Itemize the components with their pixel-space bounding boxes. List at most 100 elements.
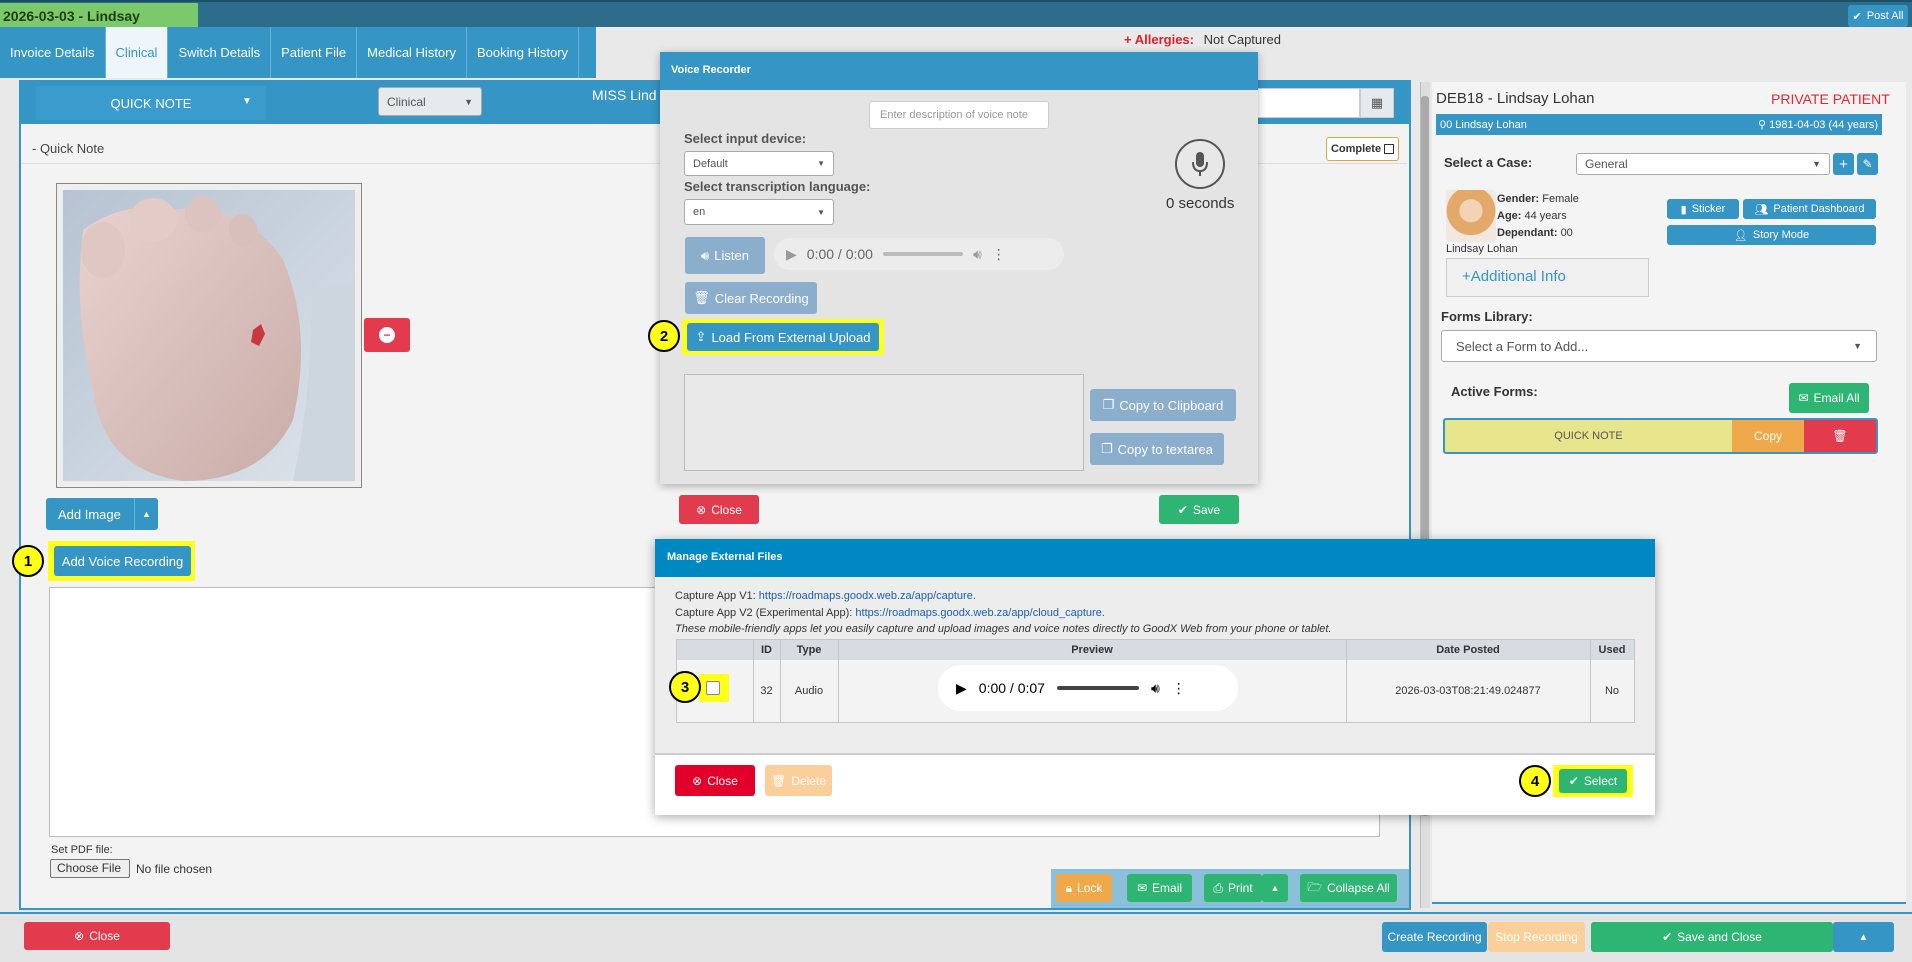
copy-clipboard-button[interactable]: ❐ Copy to Clipboard <box>1090 389 1236 421</box>
voice-save-button[interactable]: ✔ Save <box>1159 495 1239 524</box>
quick-note-dropdown[interactable]: QUICK NOTE <box>36 86 266 120</box>
row-audio-player[interactable]: ▶ 0:00 / 0:07 🔊︎ ⋮ <box>938 665 1238 711</box>
additional-info-button[interactable]: +Additional Info <box>1446 258 1649 297</box>
patient-info-bar: 00 Lindsay Lohan ⚲ 1981-04-03 (44 years) <box>1436 114 1882 135</box>
chevron-down-icon: ▼ <box>817 159 825 168</box>
step-badge-4: 4 <box>1519 765 1551 797</box>
patient-code-name: DEB18 - Lindsay Lohan <box>1436 90 1595 107</box>
check-circle-icon: ✔ <box>1852 10 1862 23</box>
patient-header-title: MISS Lind <box>592 87 657 103</box>
section-title[interactable]: - Quick Note <box>32 141 104 156</box>
voice-description-input[interactable]: Enter description of voice note <box>869 101 1049 129</box>
add-image-dropdown-icon[interactable]: ▲ <box>134 498 158 530</box>
patient-dashboard-button[interactable]: 👥︎ Patient Dashboard <box>1743 199 1876 219</box>
chevron-down-icon[interactable]: ▼ <box>242 96 252 107</box>
save-and-close-button[interactable]: ✔ Save and Close <box>1591 922 1833 952</box>
email-all-button[interactable]: ✉ Email All <box>1789 383 1869 413</box>
avatar <box>1446 190 1496 242</box>
transcription-language-select[interactable]: en ▼ <box>684 199 834 225</box>
trash-icon: 🗑︎ <box>771 773 787 788</box>
chevron-down-icon: ▼ <box>1853 341 1862 351</box>
load-external-upload-button[interactable]: ⇪ Load From External Upload <box>687 323 879 351</box>
audio-progress-track[interactable] <box>882 252 963 256</box>
clear-recording-button[interactable]: 🗑︎ Clear Recording <box>685 282 817 314</box>
note-type-select[interactable]: Clinical ▼ <box>378 87 482 116</box>
complete-toggle[interactable]: Complete <box>1326 137 1399 161</box>
envelope-icon: ✉ <box>1136 881 1148 895</box>
forms-library-select[interactable]: Select a Form to Add... ▼ <box>1441 330 1877 362</box>
add-voice-recording-button[interactable]: Add Voice Recording <box>54 546 191 576</box>
volume-icon[interactable]: 🔊︎ <box>973 246 982 263</box>
post-all-button[interactable]: ✔ Post All <box>1848 5 1908 27</box>
manage-files-header: Manage External Files <box>655 539 1655 577</box>
capture-app-v2: Capture App V2 (Experimental App): https… <box>675 607 1105 619</box>
volume-icon: 🔊︎ <box>701 247 710 263</box>
bottom-close-button[interactable]: ⊗ Close <box>24 922 170 950</box>
volume-icon[interactable]: 🔊︎ <box>1151 680 1160 697</box>
capture-app-v2-link[interactable]: https://roadmaps.goodx.web.za/app/cloud_… <box>855 607 1105 619</box>
check-circle-icon: ✔ <box>1177 502 1188 517</box>
tab-switch-details[interactable]: Switch Details <box>168 27 272 78</box>
calendar-icon[interactable]: ▦ <box>1360 88 1394 118</box>
tab-clinical[interactable]: Clinical <box>105 27 169 78</box>
tab-medical-history[interactable]: Medical History <box>357 27 467 78</box>
email-button[interactable]: ✉ Email <box>1127 874 1192 902</box>
copy-textarea-button[interactable]: ❐ Copy to textarea <box>1090 433 1224 465</box>
create-recording-button[interactable]: Create Recording <box>1382 922 1487 952</box>
files-close-button[interactable]: ⊗ Close <box>675 765 755 796</box>
copy-icon: ❐ <box>1100 441 1113 456</box>
tab-invoice-details[interactable]: Invoice Details <box>0 27 106 78</box>
patient-demographics: Gender: Female Age: 44 years Dependant: … <box>1497 193 1579 239</box>
files-delete-button[interactable]: 🗑︎ Delete <box>765 765 832 796</box>
save-options-dropdown-icon[interactable]: ▲ <box>1833 922 1894 952</box>
row-date-posted: 2026-03-03T08:21:49.024877 <box>1395 685 1541 697</box>
edit-case-button[interactable]: ✎ <box>1857 153 1878 175</box>
times-circle-icon: ⊗ <box>692 773 703 788</box>
add-case-button[interactable]: + <box>1833 153 1854 175</box>
lock-icon: 🔒︎ <box>1065 880 1073 895</box>
voice-audio-player[interactable]: ▶ 0:00 / 0:00 🔊︎ ⋮ <box>774 238 1064 270</box>
form-delete-button[interactable]: 🗑︎ <box>1804 420 1876 452</box>
row-select-checkbox[interactable] <box>706 681 720 695</box>
tab-patient-file[interactable]: Patient File <box>271 27 358 78</box>
copy-icon: ❐ <box>1102 397 1115 412</box>
transcription-textarea[interactable] <box>684 374 1084 471</box>
sticker-button[interactable]: ▮ Sticker <box>1667 199 1739 219</box>
more-options-icon[interactable]: ⋮ <box>1172 680 1186 697</box>
print-button[interactable]: ⎙ Print <box>1204 874 1262 902</box>
play-icon[interactable]: ▶ <box>956 680 967 697</box>
collapse-all-button[interactable]: 🗁 Collapse All <box>1300 874 1397 902</box>
times-circle-icon: ⊗ <box>696 502 707 517</box>
capture-app-v1-link[interactable]: https://roadmaps.goodx.web.za/app/captur… <box>759 590 976 602</box>
remove-image-button[interactable]: − <box>364 318 410 352</box>
tab-booking-history[interactable]: Booking History <box>467 27 580 78</box>
upload-icon: ⇪ <box>695 329 707 344</box>
active-form-name[interactable]: QUICK NOTE <box>1445 420 1732 452</box>
allergies-indicator: + Allergies: Not Captured <box>1124 32 1281 47</box>
capture-app-v1: Capture App V1: https://roadmaps.goodx.w… <box>675 590 976 602</box>
form-copy-button[interactable]: Copy <box>1732 420 1804 452</box>
voice-close-button[interactable]: ⊗ Close <box>679 495 759 524</box>
stop-recording-button[interactable]: Stop Recording <box>1488 922 1585 952</box>
choose-file-button[interactable]: Choose File <box>50 859 130 878</box>
audio-progress-track[interactable] <box>1056 686 1139 690</box>
play-icon[interactable]: ▶ <box>786 246 797 263</box>
print-dropdown-icon[interactable]: ▲ <box>1262 874 1288 902</box>
pdf-label: Set PDF file: <box>51 844 113 856</box>
row-id: 32 <box>760 685 773 697</box>
microphone-icon[interactable] <box>1175 139 1225 189</box>
book-icon: ▮ <box>1680 203 1687 216</box>
story-mode-button[interactable]: 👤︎ Story Mode <box>1667 225 1876 245</box>
wound-image <box>56 183 362 488</box>
top-bar <box>0 0 1912 27</box>
step-badge-3: 3 <box>669 671 701 703</box>
more-options-icon[interactable]: ⋮ <box>992 246 1006 263</box>
date-field[interactable] <box>1254 88 1360 118</box>
trash-icon: 🗑︎ <box>1832 429 1848 443</box>
case-select[interactable]: General ▼ <box>1576 153 1830 175</box>
input-device-select[interactable]: Default ▼ <box>684 151 834 176</box>
listen-button[interactable]: 🔊︎ Listen <box>685 237 765 274</box>
lock-button[interactable]: 🔒︎ Lock <box>1056 874 1112 902</box>
files-select-button[interactable]: ✔ Select <box>1559 769 1627 793</box>
private-patient-label: PRIVATE PATIENT <box>1771 91 1890 107</box>
